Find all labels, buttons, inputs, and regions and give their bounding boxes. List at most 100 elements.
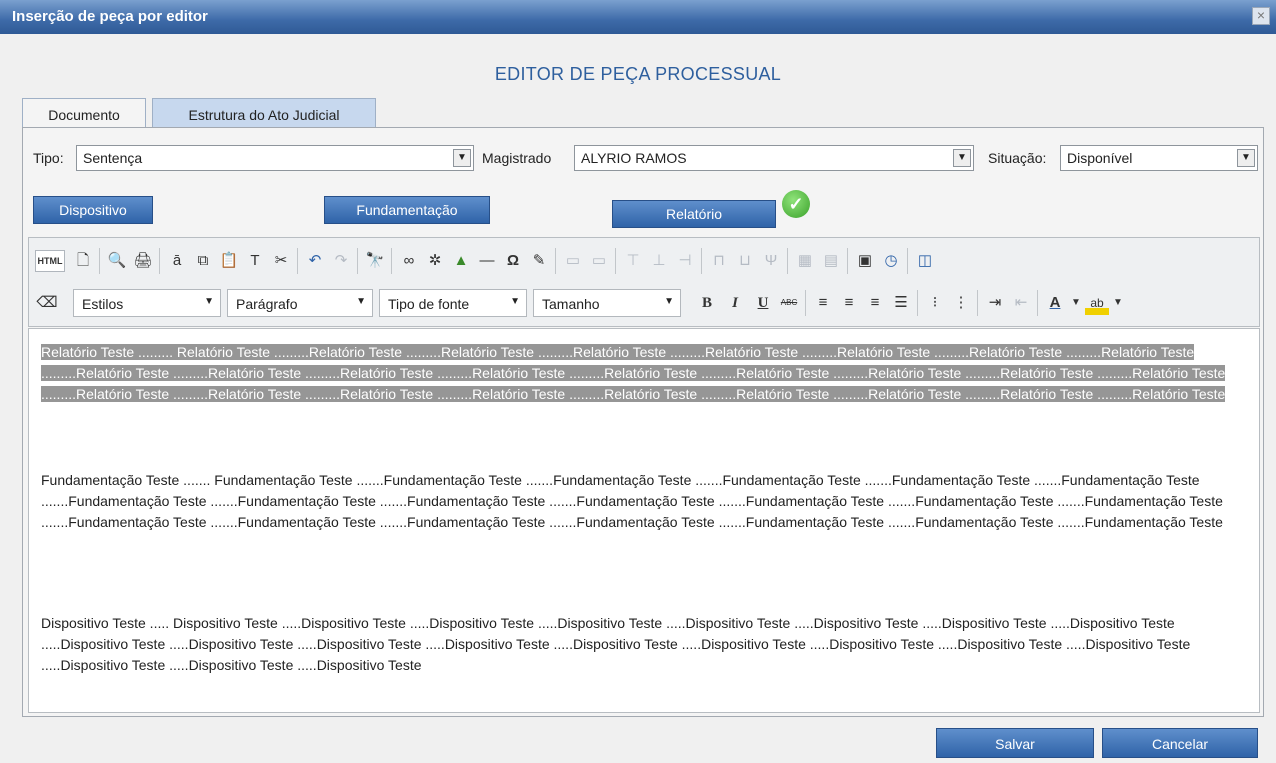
table-icon[interactable]: ▦ <box>793 249 817 273</box>
chevron-down-icon[interactable]: ▼ <box>1237 149 1255 167</box>
image-icon[interactable]: ▲ <box>449 249 473 273</box>
toolbar-divider <box>701 248 702 274</box>
toolbar-divider <box>99 248 100 274</box>
copy-icon[interactable]: ⧉ <box>191 249 215 273</box>
toolbar-divider <box>977 290 978 316</box>
toolbar-divider <box>297 248 298 274</box>
window-title: Inserção de peça por editor <box>12 8 208 25</box>
chevron-down-icon[interactable]: ▼ <box>1069 291 1083 315</box>
preview-icon[interactable]: 🔍 <box>105 249 129 273</box>
special-char-icon[interactable]: Ω <box>501 249 525 273</box>
editor-content-area[interactable]: Relatório Teste ......... Relatório Test… <box>28 328 1260 713</box>
chevron-down-icon: ▼ <box>664 296 674 307</box>
window-titlebar: Inserção de peça por editor × <box>0 0 1276 34</box>
chevron-down-icon[interactable]: ▼ <box>453 149 471 167</box>
tipo-select[interactable]: Sentença ▼ <box>76 145 474 171</box>
paste-icon[interactable]: 📋 <box>217 249 241 273</box>
clock-icon[interactable]: ◷ <box>879 249 903 273</box>
tab-documento[interactable]: Documento <box>22 98 146 128</box>
unlink-icon[interactable]: ✲ <box>423 249 447 273</box>
fundamentacao-button[interactable]: Fundamentação <box>324 196 490 224</box>
relatorio-button[interactable]: Relatório <box>612 200 776 228</box>
editor-toolbar: HTML 🗋 🔍 🖨 ā ⧉ 📋 T ✂ ↶ ↷ 🔭 ∞ ✲ ▲ — Ω ✎ ▭… <box>28 237 1260 327</box>
col-delete-icon[interactable]: Ψ <box>759 249 783 273</box>
bold-button[interactable]: B <box>695 291 719 315</box>
horizontal-line-icon[interactable]: — <box>475 249 499 273</box>
cancel-button[interactable]: Cancelar <box>1102 728 1258 758</box>
table-props-icon[interactable]: ▤ <box>819 249 843 273</box>
chevron-down-icon: ▼ <box>510 296 520 307</box>
toolbar-row-2: ⌫ Estilos ▼ Parágrafo ▼ Tipo de fonte ▼ … <box>33 284 1255 322</box>
toolbar-divider <box>847 248 848 274</box>
redo-icon[interactable]: ↷ <box>329 249 353 273</box>
relatorio-paragraph[interactable]: Relatório Teste ......... Relatório Test… <box>41 342 1246 405</box>
calendar-icon[interactable]: ▣ <box>853 249 877 273</box>
print-icon[interactable]: 🖨 <box>131 249 155 273</box>
chevron-down-icon[interactable]: ▼ <box>953 149 971 167</box>
save-button[interactable]: Salvar <box>936 728 1094 758</box>
strikethrough-button[interactable]: ABC <box>777 291 801 315</box>
toolbar-divider <box>1037 290 1038 316</box>
fonte-value: Tipo de fonte <box>388 296 470 312</box>
undo-icon[interactable]: ↶ <box>303 249 327 273</box>
magistrado-label: Magistrado <box>482 150 552 166</box>
align-justify-icon[interactable]: ☰ <box>889 291 913 315</box>
maximize-icon[interactable]: ◫ <box>913 249 937 273</box>
numbered-list-icon[interactable]: ⋮ <box>949 291 973 315</box>
chevron-down-icon[interactable]: ▼ <box>1111 291 1125 315</box>
dispositivo-paragraph[interactable]: Dispositivo Teste ..... Dispositivo Test… <box>41 613 1246 676</box>
source-html-button[interactable]: HTML <box>35 250 65 272</box>
text-color-icon[interactable]: A <box>1043 291 1067 315</box>
new-page-icon[interactable]: 🗋 <box>71 249 95 273</box>
cut-icon[interactable]: ✂ <box>269 249 293 273</box>
table-split-icon[interactable]: ▭ <box>587 249 611 273</box>
fonte-dropdown[interactable]: Tipo de fonte ▼ <box>379 289 527 317</box>
col-insert-after-icon[interactable]: ⊔ <box>733 249 757 273</box>
tipo-value: Sentença <box>83 150 143 166</box>
paragrafo-dropdown[interactable]: Parágrafo ▼ <box>227 289 373 317</box>
paragrafo-value: Parágrafo <box>236 296 298 312</box>
tamanho-value: Tamanho <box>542 296 600 312</box>
toolbar-divider <box>391 248 392 274</box>
toolbar-divider <box>555 248 556 274</box>
underline-button[interactable]: U <box>751 291 775 315</box>
align-right-icon[interactable]: ≡ <box>863 291 887 315</box>
toolbar-divider <box>615 248 616 274</box>
situacao-label: Situação: <box>988 150 1047 166</box>
row-insert-after-icon[interactable]: ⊥ <box>647 249 671 273</box>
toolbar-divider <box>917 290 918 316</box>
eraser-icon[interactable]: ⌫ <box>35 291 59 315</box>
chevron-down-icon: ▼ <box>204 296 214 307</box>
dispositivo-button[interactable]: Dispositivo <box>33 196 153 224</box>
estilos-dropdown[interactable]: Estilos ▼ <box>73 289 221 317</box>
bullet-list-icon[interactable]: ⁝ <box>923 291 947 315</box>
italic-button[interactable]: I <box>723 291 747 315</box>
find-icon[interactable]: 🔭 <box>363 249 387 273</box>
page-title: EDITOR DE PEÇA PROCESSUAL <box>494 64 782 84</box>
edit-icon[interactable]: ✎ <box>527 249 551 273</box>
toolbar-row-1: HTML 🗋 🔍 🖨 ā ⧉ 📋 T ✂ ↶ ↷ 🔭 ∞ ✲ ▲ — Ω ✎ ▭… <box>33 242 1255 280</box>
col-insert-before-icon[interactable]: ⊓ <box>707 249 731 273</box>
paste-text-icon[interactable]: T <box>243 249 267 273</box>
toolbar-divider <box>805 290 806 316</box>
spellcheck-icon[interactable]: ā <box>165 249 189 273</box>
tamanho-dropdown[interactable]: Tamanho ▼ <box>533 289 681 317</box>
magistrado-value: ALYRIO RAMOS <box>581 150 687 166</box>
magistrado-select[interactable]: ALYRIO RAMOS ▼ <box>574 145 974 171</box>
fundamentacao-paragraph[interactable]: Fundamentação Teste ....... Fundamentaçã… <box>41 470 1246 533</box>
align-center-icon[interactable]: ≡ <box>837 291 861 315</box>
row-delete-icon[interactable]: ⊣ <box>673 249 697 273</box>
toolbar-divider <box>357 248 358 274</box>
outdent-icon[interactable]: ⇤ <box>1009 291 1033 315</box>
situacao-select[interactable]: Disponível ▼ <box>1060 145 1258 171</box>
toolbar-divider <box>159 248 160 274</box>
estilos-value: Estilos <box>82 296 124 312</box>
link-icon[interactable]: ∞ <box>397 249 421 273</box>
tab-estrutura-ato-judicial[interactable]: Estrutura do Ato Judicial <box>152 98 376 128</box>
row-insert-before-icon[interactable]: ⊤ <box>621 249 645 273</box>
highlight-color-icon[interactable]: ab <box>1085 291 1109 315</box>
indent-icon[interactable]: ⇥ <box>983 291 1007 315</box>
table-merge-icon[interactable]: ▭ <box>561 249 585 273</box>
align-left-icon[interactable]: ≡ <box>811 291 835 315</box>
close-icon[interactable]: × <box>1252 7 1270 25</box>
